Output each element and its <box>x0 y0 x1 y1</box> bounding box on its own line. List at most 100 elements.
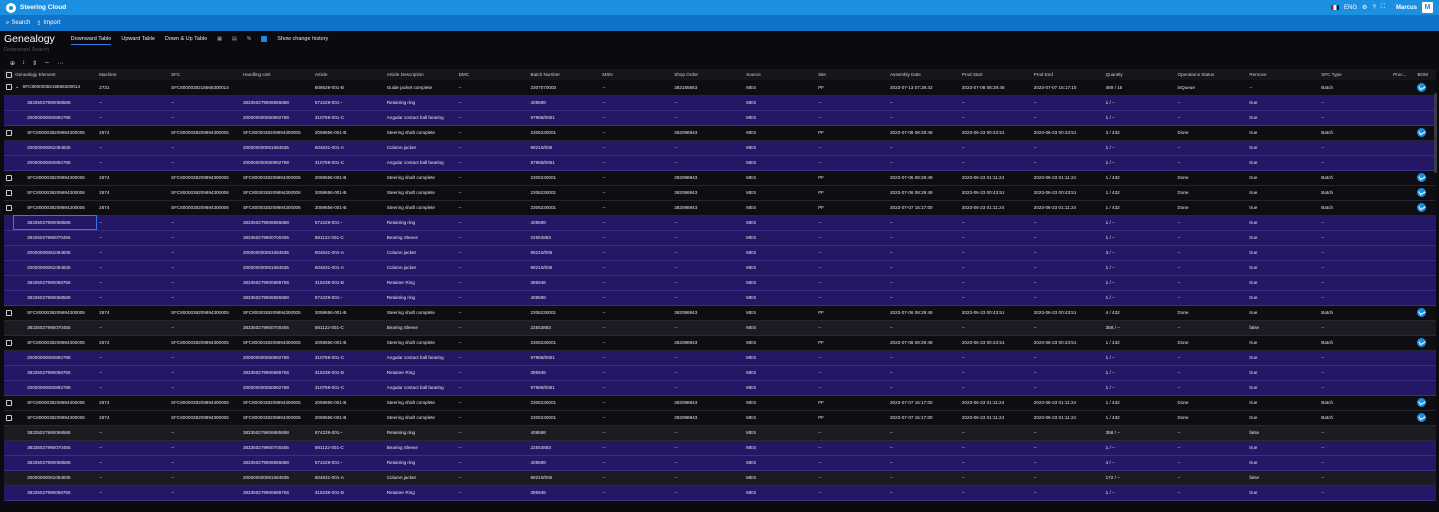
column-header-dmc[interactable]: DMC <box>457 69 529 80</box>
cell-bom[interactable] <box>1415 185 1436 200</box>
table-row[interactable]: 20000000061084835 -- -- 200000000061084835 6… <box>4 140 1436 155</box>
row-checkbox[interactable] <box>6 339 12 346</box>
column-header-source[interactable]: Source <box>744 69 816 80</box>
cell-bom[interactable] <box>1415 305 1436 320</box>
table-row[interactable]: 38335027990068756 -- -- 383350279900688756 3… <box>4 275 1436 290</box>
column-header-prod-start[interactable]: Prod Start <box>960 69 1032 80</box>
column-header-machine[interactable]: Machine <box>97 69 169 80</box>
table-row[interactable]: 20000000061084835 -- -- 200000000061084835 6… <box>4 470 1436 485</box>
cell-bom[interactable] <box>1415 410 1436 425</box>
bom-icon[interactable] <box>1417 128 1427 137</box>
bom-icon[interactable] <box>1417 413 1427 422</box>
table-row[interactable]: 38335027990070455 -- -- 383350279900700455 5… <box>4 320 1436 335</box>
cell-bom[interactable] <box>1415 170 1436 185</box>
column-header-bom[interactable]: BOM <box>1415 69 1436 80</box>
bom-icon[interactable] <box>1417 203 1427 212</box>
fullscreen-icon[interactable]: ⛶ <box>1381 4 1385 11</box>
column-header-assembly-date[interactable]: Assembly Date <box>888 69 960 80</box>
table-row[interactable]: SFC8000038209894300005 2674 SFC80000382098… <box>4 305 1436 320</box>
sort-icon[interactable]: ↕ <box>22 60 25 66</box>
bom-icon[interactable] <box>1417 338 1427 347</box>
table-row[interactable]: ⌄ SFC8000038216566300014 2731 SFC8000038216… <box>4 80 1436 95</box>
table-row[interactable]: SFC8000038209894300006 2674 SFC80000382098… <box>4 410 1436 425</box>
row-select-cell[interactable] <box>4 170 13 185</box>
row-select-cell[interactable] <box>4 395 13 410</box>
table-row[interactable]: 38335027990068756 -- -- 383350279900688756 3… <box>4 365 1436 380</box>
show-history-checkbox[interactable] <box>261 36 268 42</box>
table-row[interactable]: 38335027990068588 -- -- 383350279906885888 6… <box>4 455 1436 470</box>
search-button[interactable]: ⌕ Search <box>6 20 30 27</box>
row-select-cell[interactable] <box>4 80 13 95</box>
column-header-proc[interactable]: Proc... <box>1391 69 1415 80</box>
table-row[interactable]: 38335027990068588 -- -- 383350279906885888 6… <box>4 215 1436 230</box>
table-row[interactable]: 38335027990070455 -- -- 383350279900700455 5… <box>4 440 1436 455</box>
table-row[interactable]: SFC8000038209894300006 2674 SFC80000382098… <box>4 200 1436 215</box>
tab-downward-table[interactable]: Downward Table <box>70 34 112 45</box>
table-row[interactable]: 20000000061084835 -- -- 200000000061084835 6… <box>4 260 1436 275</box>
table-row[interactable]: 20000000050892788 -- -- 200000000050892788 3… <box>4 155 1436 170</box>
import-button[interactable]: ⇪ Import <box>36 20 60 27</box>
bom-icon[interactable] <box>1417 188 1427 197</box>
column-header-article-description[interactable]: Article Description <box>385 69 457 80</box>
column-header-remove[interactable]: Remove <box>1247 69 1319 80</box>
column-header-prod-end[interactable]: Prod End <box>1032 69 1104 80</box>
vertical-scrollbar[interactable] <box>1434 93 1437 173</box>
table-row[interactable]: SFC8000038209894300006 2674 SFC80000382098… <box>4 170 1436 185</box>
flag-icon[interactable] <box>1331 5 1340 10</box>
more-icon[interactable]: ⋯ <box>57 60 63 67</box>
tab-upward-table[interactable]: Upward Table <box>121 34 155 44</box>
expand-icon[interactable]: ⇕ <box>32 60 37 67</box>
table-row[interactable]: 20000000050892788 -- -- 200000000050892788 3… <box>4 350 1436 365</box>
table-row[interactable]: 38335027990068588 -- -- 383350279906885888 6… <box>4 290 1436 305</box>
column-header-sfc-type[interactable]: SFC Type <box>1319 69 1391 80</box>
help-icon[interactable]: ? <box>1372 5 1375 11</box>
table-row[interactable]: SFC8000038209894300005 2674 SFC80000382098… <box>4 335 1436 350</box>
select-all-checkbox[interactable] <box>6 71 12 78</box>
row-checkbox[interactable] <box>6 174 12 181</box>
table-row[interactable]: 38335027990068588 -- -- 383350279906885888 6… <box>4 425 1436 440</box>
column-header-shop-order[interactable]: Shop Order <box>672 69 744 80</box>
row-checkbox[interactable] <box>6 129 12 136</box>
column-header-quantity[interactable]: Quantity <box>1104 69 1176 80</box>
table-row[interactable]: 38335027990070455 -- -- 383350279900700455 5… <box>4 230 1436 245</box>
table-row[interactable]: SFC8000038209894300006 2674 SFC80000382098… <box>4 395 1436 410</box>
row-select-cell[interactable] <box>4 410 13 425</box>
add-icon[interactable]: ⊕ <box>10 60 15 67</box>
column-header-batch-number[interactable]: Batch Number <box>529 69 601 80</box>
row-checkbox[interactable] <box>6 84 12 91</box>
bom-icon[interactable] <box>1417 308 1427 317</box>
percent-icon[interactable]: % <box>247 36 251 42</box>
bom-icon[interactable] <box>1417 173 1427 182</box>
cell-bom[interactable] <box>1415 200 1436 215</box>
downward-search[interactable]: Downward Search <box>0 47 1439 57</box>
table-row[interactable]: 38335027990068756 -- -- 383350279900688756 3… <box>4 485 1436 500</box>
row-checkbox[interactable] <box>6 309 12 316</box>
table-row[interactable]: 20000000050892788 -- -- 200000000050892788 3… <box>4 380 1436 395</box>
row-select-cell[interactable] <box>4 185 13 200</box>
column-header-article[interactable]: Article <box>313 69 385 80</box>
cell-bom[interactable] <box>1415 335 1436 350</box>
table-row[interactable]: 20000000061084835 -- -- 200000000061084835 6… <box>4 245 1436 260</box>
column-header-site[interactable]: Site <box>816 69 888 80</box>
column-header-sfc[interactable]: SFC <box>169 69 241 80</box>
column-header-msn[interactable]: MSN <box>600 69 672 80</box>
avatar[interactable]: M <box>1422 2 1433 13</box>
row-checkbox[interactable] <box>6 414 12 421</box>
column-header-genealogy-element[interactable]: Genealogy Element <box>13 69 97 80</box>
expand-chevron-icon[interactable]: ⌄ <box>15 84 19 90</box>
row-checkbox[interactable] <box>6 399 12 406</box>
bom-icon[interactable] <box>1417 82 1427 92</box>
table-row[interactable]: SFC8000038209894300005 2674 SFC80000382098… <box>4 125 1436 140</box>
table-row[interactable]: 20000000050892788 -- -- 200000000050892788 3… <box>4 110 1436 125</box>
row-select-cell[interactable] <box>4 125 13 140</box>
settings-icon[interactable]: ⚙ <box>1362 4 1367 11</box>
cell-bom[interactable] <box>1415 125 1436 140</box>
table-row[interactable]: SFC8000038209894300006 2674 SFC80000382098… <box>4 185 1436 200</box>
select-all-cell[interactable] <box>4 69 13 80</box>
tab-down-up-table[interactable]: Down & Up Table <box>165 34 207 44</box>
collapse-icon[interactable]: ⇔ <box>44 60 50 66</box>
grid-view-icon[interactable]: ▦ <box>217 36 222 42</box>
column-header-operations-status[interactable]: Operations Status <box>1176 69 1248 80</box>
cell-bom[interactable] <box>1415 80 1436 95</box>
list-view-icon[interactable]: ▤ <box>232 36 237 42</box>
